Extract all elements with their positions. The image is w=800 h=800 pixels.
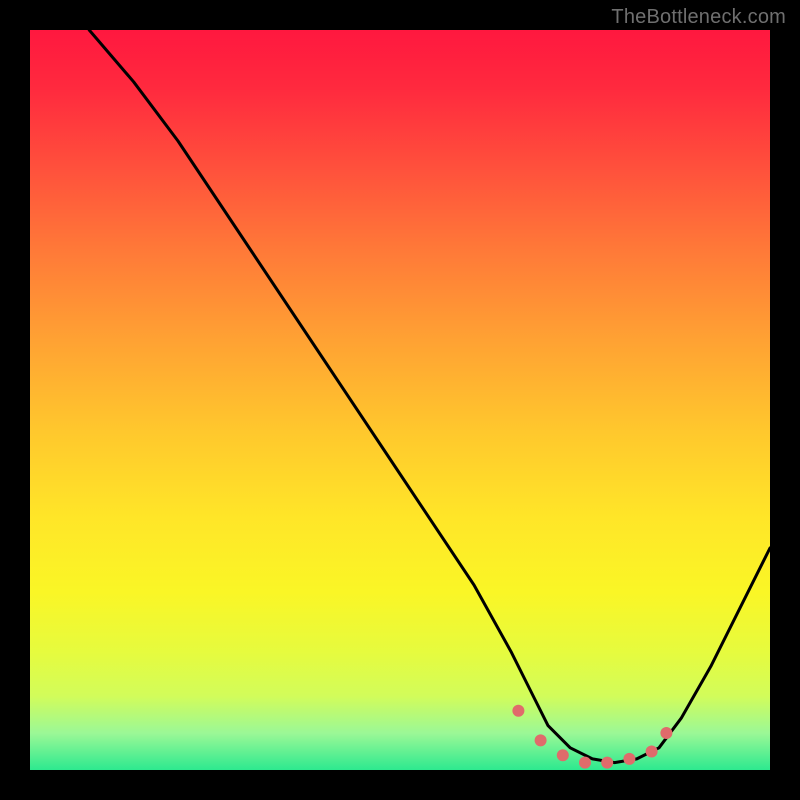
marker-dot <box>557 749 569 761</box>
marker-dot <box>535 734 547 746</box>
marker-dot <box>660 727 672 739</box>
marker-dot <box>601 757 613 769</box>
curve-layer <box>89 30 770 763</box>
bottleneck-curve <box>89 30 770 763</box>
marker-dot <box>579 757 591 769</box>
marker-dot <box>623 753 635 765</box>
chart-svg <box>30 30 770 770</box>
plot-area <box>30 30 770 770</box>
marker-dot <box>646 746 658 758</box>
marker-dot <box>512 705 524 717</box>
watermark-label: TheBottleneck.com <box>611 6 786 29</box>
chart-frame: TheBottleneck.com <box>0 0 800 800</box>
